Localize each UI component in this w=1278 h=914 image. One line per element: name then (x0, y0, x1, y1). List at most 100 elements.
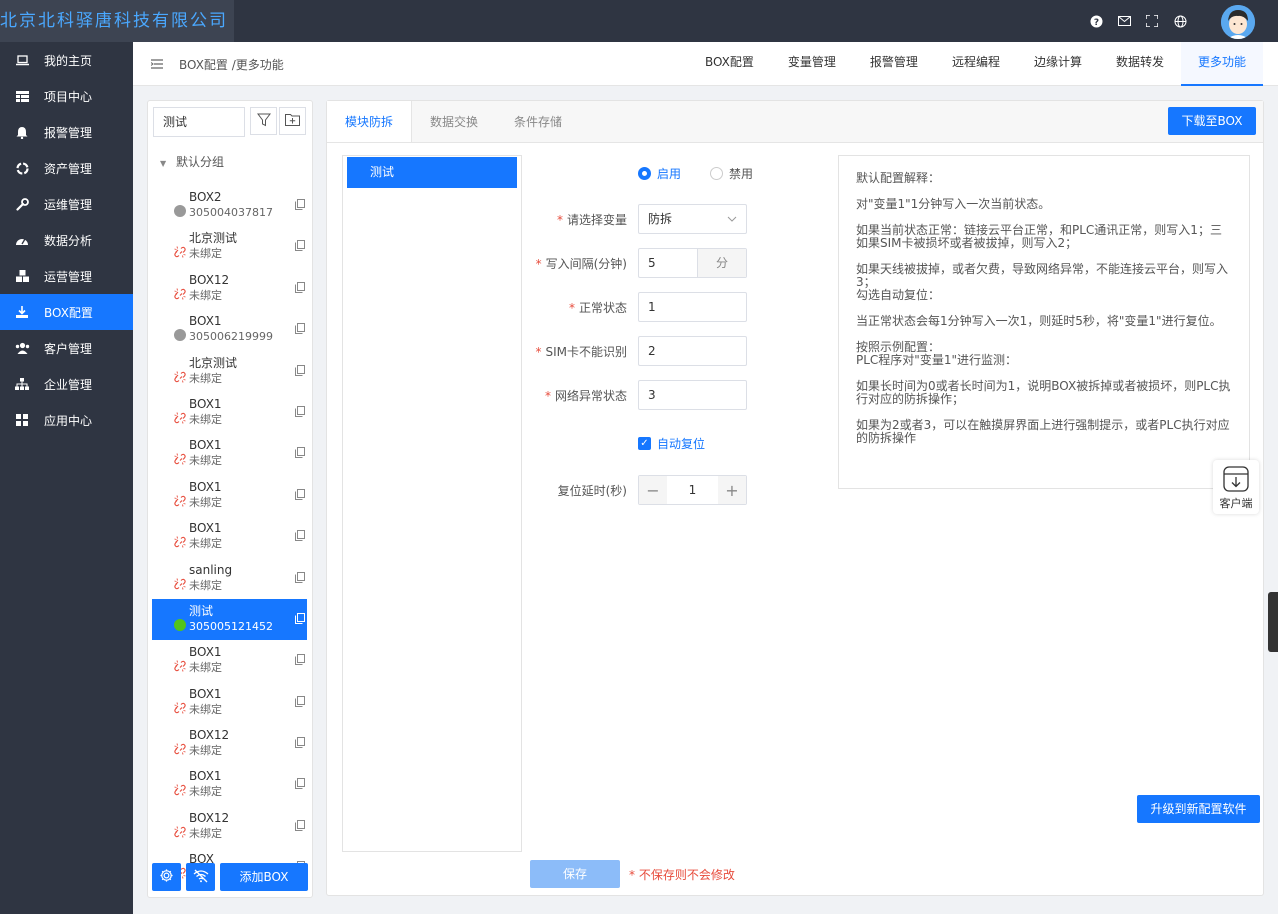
tree-item[interactable]: BOX12 未绑定 (152, 723, 307, 764)
tree-item[interactable]: BOX1 未绑定 (152, 433, 307, 474)
copy-icon[interactable] (295, 819, 305, 834)
tree-item[interactable]: BOX1 未绑定 (152, 640, 307, 681)
sidebar-item[interactable]: 应用中心 (0, 402, 133, 438)
sidebar-item[interactable]: 数据分析 (0, 222, 133, 258)
sub-tab[interactable]: 模块防拆 (327, 101, 413, 142)
folder-add-icon (285, 113, 300, 129)
copy-icon[interactable] (295, 612, 305, 627)
menu-toggle-icon[interactable] (150, 58, 163, 72)
interval-input[interactable]: 5 分 (638, 248, 747, 278)
mail-icon[interactable] (1116, 13, 1132, 29)
sidebar-item[interactable]: BOX配置 (0, 294, 133, 330)
copy-icon[interactable] (295, 654, 305, 668)
header-tab[interactable]: 远程编程 (935, 42, 1017, 86)
header-tab[interactable]: BOX配置 (688, 42, 771, 86)
header-tab[interactable]: 报警管理 (853, 42, 935, 86)
header-tab[interactable]: 边缘计算 (1017, 42, 1099, 86)
sidebar-item[interactable]: 客户管理 (0, 330, 133, 366)
sidebar-item[interactable]: 项目中心 (0, 78, 133, 114)
sidebar-item[interactable]: 企业管理 (0, 366, 133, 402)
help-icon[interactable]: ? (1088, 13, 1104, 29)
variable-select[interactable]: 防拆 (638, 204, 747, 234)
sidebar-item-label: 应用中心 (44, 413, 93, 428)
copy-icon[interactable] (295, 530, 305, 544)
tree-item[interactable]: BOX12 未绑定 (152, 268, 307, 309)
upgrade-button[interactable]: 升级到新配置软件 (1137, 795, 1260, 823)
offline-status-icon (174, 329, 186, 342)
disable-radio[interactable]: 禁用 (710, 165, 753, 182)
tree-item-name: sanling (189, 562, 233, 577)
tree-item[interactable]: BOX1 未绑定 (152, 516, 307, 557)
tree-item[interactable]: BOX1 未绑定 (152, 764, 307, 805)
side-drawer-handle[interactable] (1268, 592, 1278, 652)
tree-item[interactable]: 北京测试 未绑定 (152, 351, 307, 392)
tree-item[interactable]: BOX1 未绑定 (152, 475, 307, 516)
tree-item[interactable]: BOX12 未绑定 (152, 806, 307, 847)
device-tree: BOX2 305004037817 北京测试 未绑定 BOX12 未绑定 BOX1 30500… (152, 185, 307, 889)
save-button[interactable]: 保存 (530, 860, 620, 888)
increment-button[interactable]: + (718, 476, 746, 504)
add-folder-button[interactable] (279, 107, 306, 135)
header-tab[interactable]: 变量管理 (771, 42, 853, 86)
copy-icon[interactable] (295, 323, 305, 337)
filter-button[interactable] (250, 107, 277, 135)
offline-status-icon (174, 205, 186, 217)
sidebar-item[interactable]: 报警管理 (0, 114, 133, 150)
auto-reset-checkbox[interactable]: ✓ 自动复位 (638, 435, 705, 452)
copy-icon[interactable] (295, 447, 305, 461)
copy-icon[interactable] (295, 695, 305, 710)
user-avatar[interactable] (1221, 5, 1255, 39)
sim-state-input[interactable]: 2 (638, 336, 747, 366)
tree-item[interactable]: 测试 305005121452 (152, 598, 307, 641)
caret-down-icon: ▼ (160, 159, 167, 168)
download-to-box-button[interactable]: 下载至BOX (1168, 107, 1256, 135)
settings-button[interactable] (152, 863, 181, 891)
copy-icon[interactable] (295, 737, 305, 751)
copy-icon[interactable] (295, 240, 305, 254)
copy-icon[interactable] (295, 405, 305, 420)
add-box-button[interactable]: 添加BOX (220, 863, 308, 891)
enable-radio[interactable]: 启用 (638, 165, 681, 182)
header-tab[interactable]: 数据转发 (1099, 42, 1181, 86)
reset-delay-value[interactable]: 1 (667, 476, 718, 504)
tree-item[interactable]: BOX1 未绑定 (152, 392, 307, 433)
copy-icon[interactable] (295, 281, 305, 296)
tree-item-name: BOX1 (189, 479, 222, 494)
client-widget[interactable]: 客户端 (1213, 460, 1259, 514)
explanation-paragraph: 默认配置解释： (856, 171, 941, 185)
sidebar: 我的主页 项目中心 报警管理 资产管理 运维管理 数据分析 运营管理 BOX配置 客户管理 企业管… (0, 42, 133, 914)
sub-tab[interactable]: 数据交换 (412, 101, 496, 142)
globe-icon[interactable] (1172, 13, 1188, 29)
sidebar-item[interactable]: 我的主页 (0, 42, 133, 78)
normal-label-text: 正常状态 (578, 301, 627, 315)
copy-icon[interactable] (295, 488, 305, 503)
tree-item[interactable]: 北京测试 未绑定 (152, 226, 307, 267)
sidebar-item[interactable]: 运营管理 (0, 258, 133, 294)
network-state-input[interactable]: 3 (638, 380, 747, 410)
copy-icon[interactable] (295, 778, 305, 792)
tree-group[interactable]: ▼ 默认分组 (160, 153, 224, 170)
decrement-button[interactable]: − (639, 476, 667, 504)
radio-checked-icon (638, 167, 651, 180)
config-explanation: 默认配置解释： 对"变量1"1分钟写入一次当前状态。 如果当前状态正常：链接云平台正… (838, 155, 1250, 489)
copy-icon[interactable] (295, 571, 305, 586)
search-input[interactable]: 测试 (153, 107, 245, 137)
copy-icon[interactable] (295, 364, 305, 379)
normal-state-input[interactable]: 1 (638, 292, 747, 322)
tree-item-sub: 未绑定 (189, 247, 222, 261)
module-item[interactable]: 测试 (347, 157, 517, 188)
client-widget-label: 客户端 (1219, 497, 1253, 510)
explanation-paragraph: 如果为2或者3，可以在触摸屏界面上进行强制提示，或者PLC执行对应的防拆操作 (856, 418, 1230, 445)
tree-item[interactable]: BOX2 305004037817 (152, 185, 307, 226)
tree-item[interactable]: BOX1 305006219999 (152, 309, 307, 350)
tree-item[interactable]: BOX1 未绑定 (152, 682, 307, 723)
copy-icon[interactable] (295, 199, 305, 213)
wifi-off-button[interactable] (186, 863, 215, 891)
header-tab[interactable]: 更多功能 (1180, 42, 1263, 86)
tree-item[interactable]: sanling 未绑定 (152, 558, 307, 599)
sub-tab[interactable]: 条件存储 (496, 101, 580, 142)
sidebar-item[interactable]: 资产管理 (0, 150, 133, 186)
fullscreen-icon[interactable] (1144, 13, 1160, 29)
sidebar-item[interactable]: 运维管理 (0, 186, 133, 222)
minus-icon: − (646, 480, 660, 500)
